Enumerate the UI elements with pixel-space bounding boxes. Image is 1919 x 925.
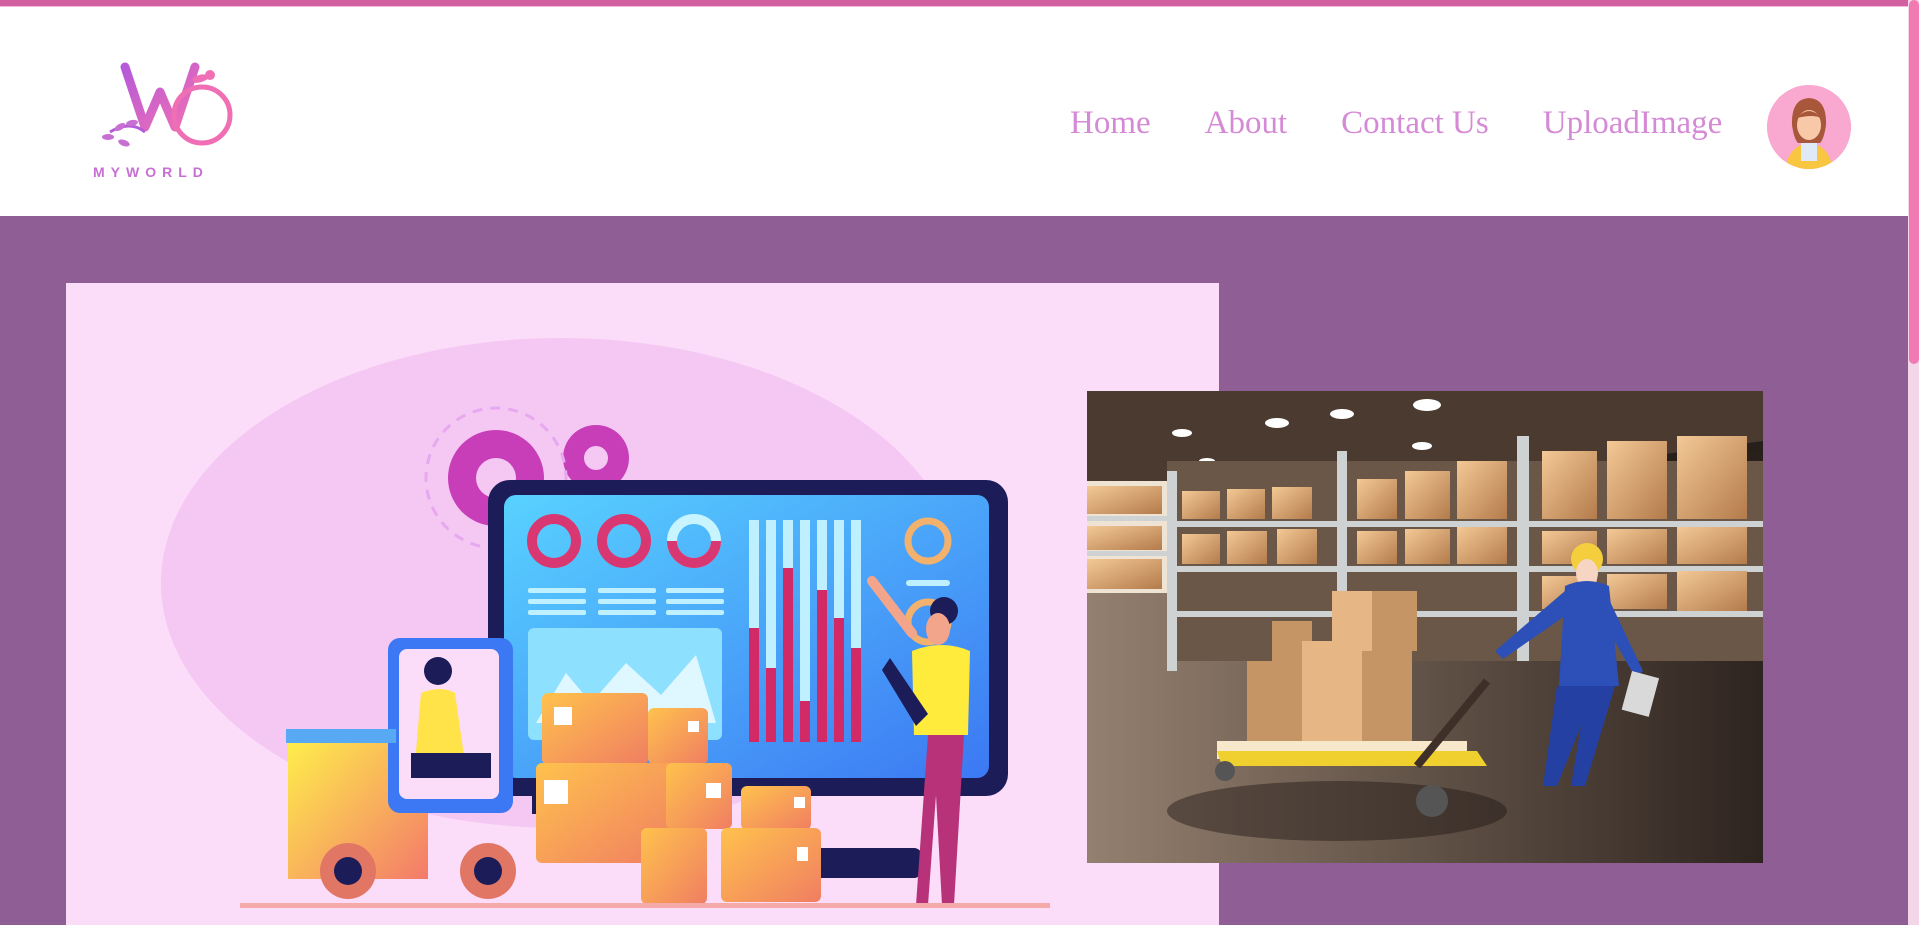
nav-link-home[interactable]: Home [1070, 103, 1151, 143]
site-header: MYWORLD Home About Contact Us UploadImag… [0, 7, 1908, 216]
top-accent-bar [0, 0, 1908, 7]
logistics-dashboard-illustration [161, 338, 1050, 908]
hero-illustration [66, 283, 1219, 925]
warehouse-photo [1087, 391, 1763, 863]
page-scrollbar-thumb[interactable] [1909, 0, 1919, 364]
main-navigation: Home About Contact Us UploadImage [1070, 103, 1722, 143]
nav-link-about[interactable]: About [1205, 103, 1288, 143]
nav-link-contact-us[interactable]: Contact Us [1341, 103, 1489, 143]
user-avatar-icon [1767, 85, 1851, 169]
nav-link-upload-image[interactable]: UploadImage [1543, 103, 1723, 143]
logo-text: MYWORLD [93, 164, 209, 180]
warehouse-worker-illustration [1087, 391, 1763, 863]
user-avatar[interactable] [1767, 85, 1851, 169]
